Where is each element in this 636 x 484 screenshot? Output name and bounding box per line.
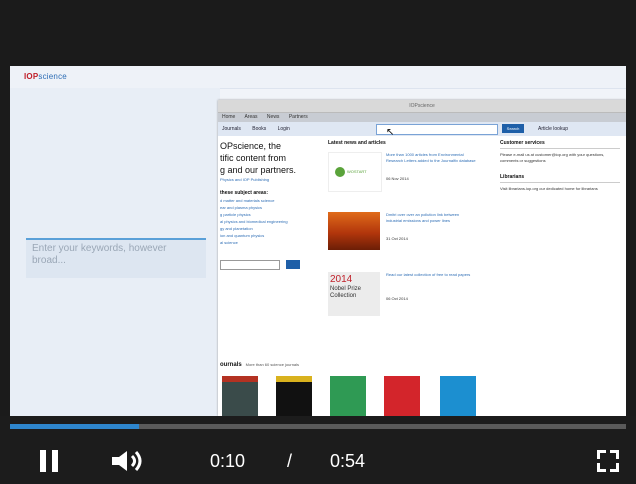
- subject-select-row: [218, 256, 328, 274]
- journals-title: ournals: [220, 362, 242, 368]
- news-item[interactable]: Dmitri over over an pollution link betwe…: [328, 212, 478, 264]
- subject-link[interactable]: gy and planetation: [218, 225, 328, 232]
- news-column: Latest news and articles WOSTART More th…: [328, 140, 478, 332]
- fullscreen-icon[interactable]: [597, 450, 619, 472]
- thumb-year: 2014: [330, 274, 353, 285]
- logo-iop-text: IOP: [24, 72, 39, 81]
- hero-line: tific content from: [220, 153, 287, 163]
- news-date: 31 Oct 2014: [386, 236, 408, 241]
- news-thumbnail[interactable]: [328, 212, 380, 250]
- pause-icon[interactable]: [38, 450, 60, 472]
- journal-cover[interactable]: [330, 376, 366, 416]
- journals-section: ournals More than 60 science journals: [218, 362, 626, 416]
- subject-link[interactable]: al physics and biomedical engineering: [218, 218, 328, 225]
- volume-icon[interactable]: [110, 449, 150, 473]
- time-separator: /: [287, 451, 293, 471]
- librarians-heading: Librarians: [500, 174, 620, 183]
- journals-more[interactable]: More than 60 science journals: [246, 362, 299, 367]
- news-item[interactable]: WOSTART More than 1000 articles from Env…: [328, 152, 478, 204]
- menu-item[interactable]: Partners: [289, 114, 308, 120]
- journal-cover[interactable]: [440, 376, 476, 416]
- site-search-button[interactable]: Search: [502, 124, 524, 133]
- customer-heading: Customer services: [500, 140, 620, 149]
- video-player[interactable]: IOPscience Enter your keywords, however …: [0, 0, 636, 484]
- keyword-search-field[interactable]: Enter your keywords, however broad...: [26, 238, 206, 278]
- nav-login[interactable]: Login: [278, 126, 290, 132]
- subject-link[interactable]: ear and plasma physics: [218, 204, 328, 211]
- thumb-label: WOSTART: [347, 169, 367, 174]
- logo-science-text: science: [38, 72, 67, 81]
- subject-select[interactable]: [220, 259, 280, 270]
- news-title[interactable]: Read our latest collection of free to re…: [386, 272, 476, 278]
- video-frame[interactable]: IOPscience Enter your keywords, however …: [10, 66, 626, 416]
- browser-window: IOPscience Home Areas News Partners Jour…: [218, 100, 626, 416]
- search-placeholder: Enter your keywords, however broad...: [32, 243, 167, 266]
- news-thumbnail[interactable]: 2014 Nobel Prize Collection: [328, 272, 380, 316]
- browser-title: IOPscience: [218, 100, 626, 113]
- hero-line: OPscience, the: [220, 141, 282, 151]
- progress-bar[interactable]: [10, 424, 626, 429]
- news-item[interactable]: 2014 Nobel Prize Collection Read our late…: [328, 272, 478, 324]
- journal-cover[interactable]: [222, 376, 258, 416]
- go-button[interactable]: [286, 260, 300, 270]
- sidebar-column: Customer services Please e-mail us at cu…: [500, 140, 620, 202]
- news-date: 06 Oct 2014: [386, 296, 408, 301]
- subject-link[interactable]: ion and quantum physics: [218, 232, 328, 239]
- journal-cover[interactable]: [384, 376, 420, 416]
- customer-text: Please e-mail us at customer@iop.org wit…: [500, 152, 605, 163]
- article-lookup-link[interactable]: Article lookup: [538, 122, 568, 136]
- logo-dot-icon: [335, 167, 345, 177]
- subject-link[interactable]: g particle physics: [218, 211, 328, 218]
- control-bar: 0:10 / 0:54: [0, 416, 636, 484]
- news-thumbnail[interactable]: WOSTART: [328, 152, 382, 192]
- menu-item[interactable]: Home: [222, 114, 235, 120]
- journals-heading: ournals More than 60 science journals: [218, 362, 626, 368]
- mouse-cursor-icon: ↖: [386, 127, 395, 138]
- browse-heading: these subject areas:: [220, 190, 269, 196]
- librarians-text: Visit librarians.iop.org our dedicated h…: [500, 186, 598, 191]
- progress-fill: [10, 424, 140, 429]
- news-title[interactable]: More than 1000 articles from Environment…: [386, 152, 476, 164]
- hero-line: g and our partners.: [220, 165, 297, 175]
- news-heading: Latest news and articles: [328, 140, 386, 146]
- site-header: IOPscience: [10, 66, 626, 89]
- site-nav: Journals Books Login ↖ Search Article lo…: [218, 122, 626, 138]
- menu-item[interactable]: News: [267, 114, 280, 120]
- thumb-text: Nobel Prize Collection: [330, 286, 362, 299]
- intro-column: OPscience, the tific content from g and …: [218, 140, 328, 274]
- news-date: 06 Nov 2014: [386, 176, 409, 181]
- hero-sub[interactable]: Physics and IOP Publishing: [218, 176, 328, 183]
- subject-link[interactable]: al science: [218, 239, 328, 246]
- nav-journals[interactable]: Journals: [222, 126, 241, 132]
- nav-books[interactable]: Books: [252, 126, 266, 132]
- duration: 0:54: [330, 451, 366, 471]
- news-title[interactable]: Dmitri over over an pollution link betwe…: [386, 212, 476, 224]
- current-time: 0:10: [210, 451, 246, 471]
- menu-item[interactable]: Areas: [244, 114, 257, 120]
- journal-cover[interactable]: [276, 376, 312, 416]
- iopscience-logo[interactable]: IOPscience: [24, 72, 67, 81]
- subject-link[interactable]: d matter and materials science: [218, 197, 328, 204]
- browser-menu: Home Areas News Partners: [218, 113, 626, 122]
- left-panel: Enter your keywords, however broad...: [10, 88, 220, 416]
